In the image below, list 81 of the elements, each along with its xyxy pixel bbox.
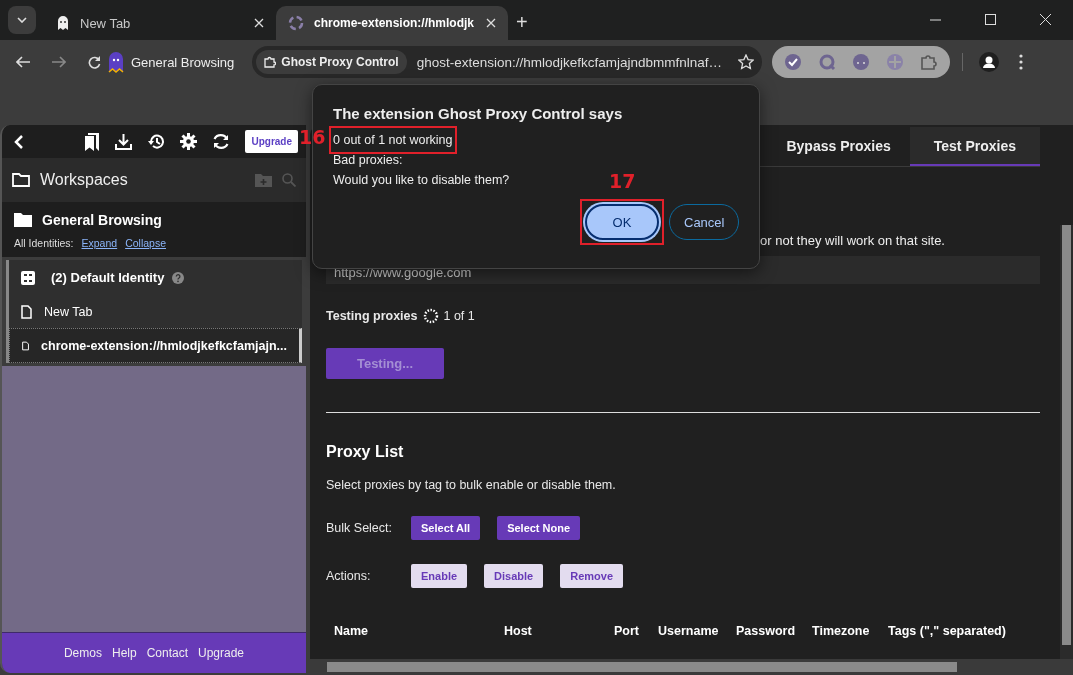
page-icon xyxy=(22,338,30,353)
url-text: ghost-extension://hmlodjkefkcfamjajndbmmfnlnaf… xyxy=(416,54,724,70)
close-icon[interactable] xyxy=(254,18,264,28)
back-icon[interactable] xyxy=(16,56,30,68)
action-button[interactable]: Disable xyxy=(484,564,544,588)
action-button[interactable]: Enable xyxy=(411,564,468,588)
tab-list-button[interactable] xyxy=(8,6,36,34)
footer-link[interactable]: Upgrade xyxy=(198,646,245,660)
ghost-icon xyxy=(107,51,125,73)
bookmarks-icon[interactable] xyxy=(84,132,101,151)
horizontal-scrollbar[interactable] xyxy=(310,659,1073,675)
ok-button[interactable]: OK xyxy=(585,204,659,240)
spinner-icon xyxy=(423,308,440,324)
star-icon[interactable] xyxy=(738,54,755,70)
close-icon[interactable] xyxy=(486,18,496,28)
dialog-message: Would you like to disable them? xyxy=(333,172,510,189)
history-icon[interactable] xyxy=(147,133,166,150)
column-header: Password xyxy=(736,624,797,638)
section-heading: Proxy List xyxy=(326,443,405,461)
column-header: Username xyxy=(658,624,720,638)
puzzle-icon[interactable] xyxy=(920,53,939,71)
actions-label: Actions: xyxy=(326,569,372,583)
profile-button[interactable]: General Browsing xyxy=(107,51,235,73)
folder-icon xyxy=(14,213,32,227)
progress-text: 1 of 1 xyxy=(443,309,475,323)
panel-title: Workspaces xyxy=(40,171,129,189)
intro-text: or not they will work on that site. xyxy=(760,233,945,248)
loading-icon xyxy=(288,15,304,31)
site-chip[interactable]: Ghost Proxy Control xyxy=(256,50,407,74)
vertical-scrollbar[interactable] xyxy=(1060,225,1073,659)
page-icon xyxy=(21,304,32,319)
annotation-number: 16 xyxy=(299,126,326,148)
column-header: Port xyxy=(614,624,640,638)
upgrade-button[interactable]: Upgrade xyxy=(245,130,298,153)
download-icon[interactable] xyxy=(115,133,133,150)
column-header: Timezone xyxy=(812,624,871,638)
address-bar[interactable]: Ghost Proxy Control ghost-extension://hmlodjkefkcfamjajndbmmfnlnaf… xyxy=(252,46,763,78)
footer-link[interactable]: Demos xyxy=(63,646,102,660)
reload-icon[interactable] xyxy=(88,55,101,69)
identity-icon xyxy=(21,270,35,285)
collapse-link[interactable]: Collapse xyxy=(125,237,166,249)
close-icon[interactable] xyxy=(1040,14,1051,25)
annotation-number: 17 xyxy=(609,170,636,192)
sidebar-tab-item[interactable]: New Tab xyxy=(9,295,302,328)
dialog-message: Bad proxies: xyxy=(333,152,403,169)
bulk-select-label: Bulk Select: xyxy=(326,521,393,535)
select-button[interactable]: Select None xyxy=(497,516,581,540)
identity-name[interactable]: (2) Default Identity xyxy=(51,270,165,285)
footer-link[interactable]: Contact xyxy=(146,646,188,660)
testing-label: Testing proxies xyxy=(326,309,418,323)
dialog-title: The extension Ghost Proxy Control says xyxy=(333,105,624,122)
column-header: Tags ("," separated) xyxy=(888,624,1007,638)
caret-icon xyxy=(17,17,27,23)
browser-tab[interactable]: chrome-extension://hmlodjk xyxy=(276,6,508,40)
maximize-icon[interactable] xyxy=(985,14,996,25)
new-tab-button[interactable]: + xyxy=(516,11,528,34)
puzzle-icon xyxy=(264,56,277,68)
tab[interactable]: Test Proxies xyxy=(909,127,1040,166)
section-description: Select proxies by tag to bulk enable or disable them. xyxy=(326,478,617,492)
tab[interactable]: Bypass Proxies xyxy=(767,127,910,166)
browser-tab[interactable]: New Tab xyxy=(44,6,276,40)
action-button[interactable]: Remove xyxy=(560,564,623,588)
footer-link[interactable]: Help xyxy=(111,646,137,660)
menu-icon[interactable] xyxy=(1019,54,1024,70)
column-header: Name xyxy=(334,624,370,638)
refresh-icon[interactable] xyxy=(212,133,231,150)
workspace-name[interactable]: General Browsing xyxy=(42,212,162,228)
settings-icon[interactable] xyxy=(180,133,198,150)
ghost-icon xyxy=(56,15,70,31)
sidebar-tab-item[interactable]: chrome-extension://hmlodjkefkcfamjajn... xyxy=(9,328,302,363)
check-icon[interactable] xyxy=(784,53,803,71)
expand-link[interactable]: Expand xyxy=(81,237,118,249)
help-icon[interactable] xyxy=(172,271,185,284)
folder-icon xyxy=(12,173,30,187)
forward-icon[interactable] xyxy=(52,56,66,68)
dialog-message: 0 out of 1 not working xyxy=(333,132,453,149)
identities-label: All Identities: xyxy=(14,237,74,249)
avatar-icon[interactable] xyxy=(979,52,1000,72)
column-header: Host xyxy=(504,624,533,638)
face-icon[interactable] xyxy=(852,53,871,71)
select-button[interactable]: Select All xyxy=(411,516,481,540)
